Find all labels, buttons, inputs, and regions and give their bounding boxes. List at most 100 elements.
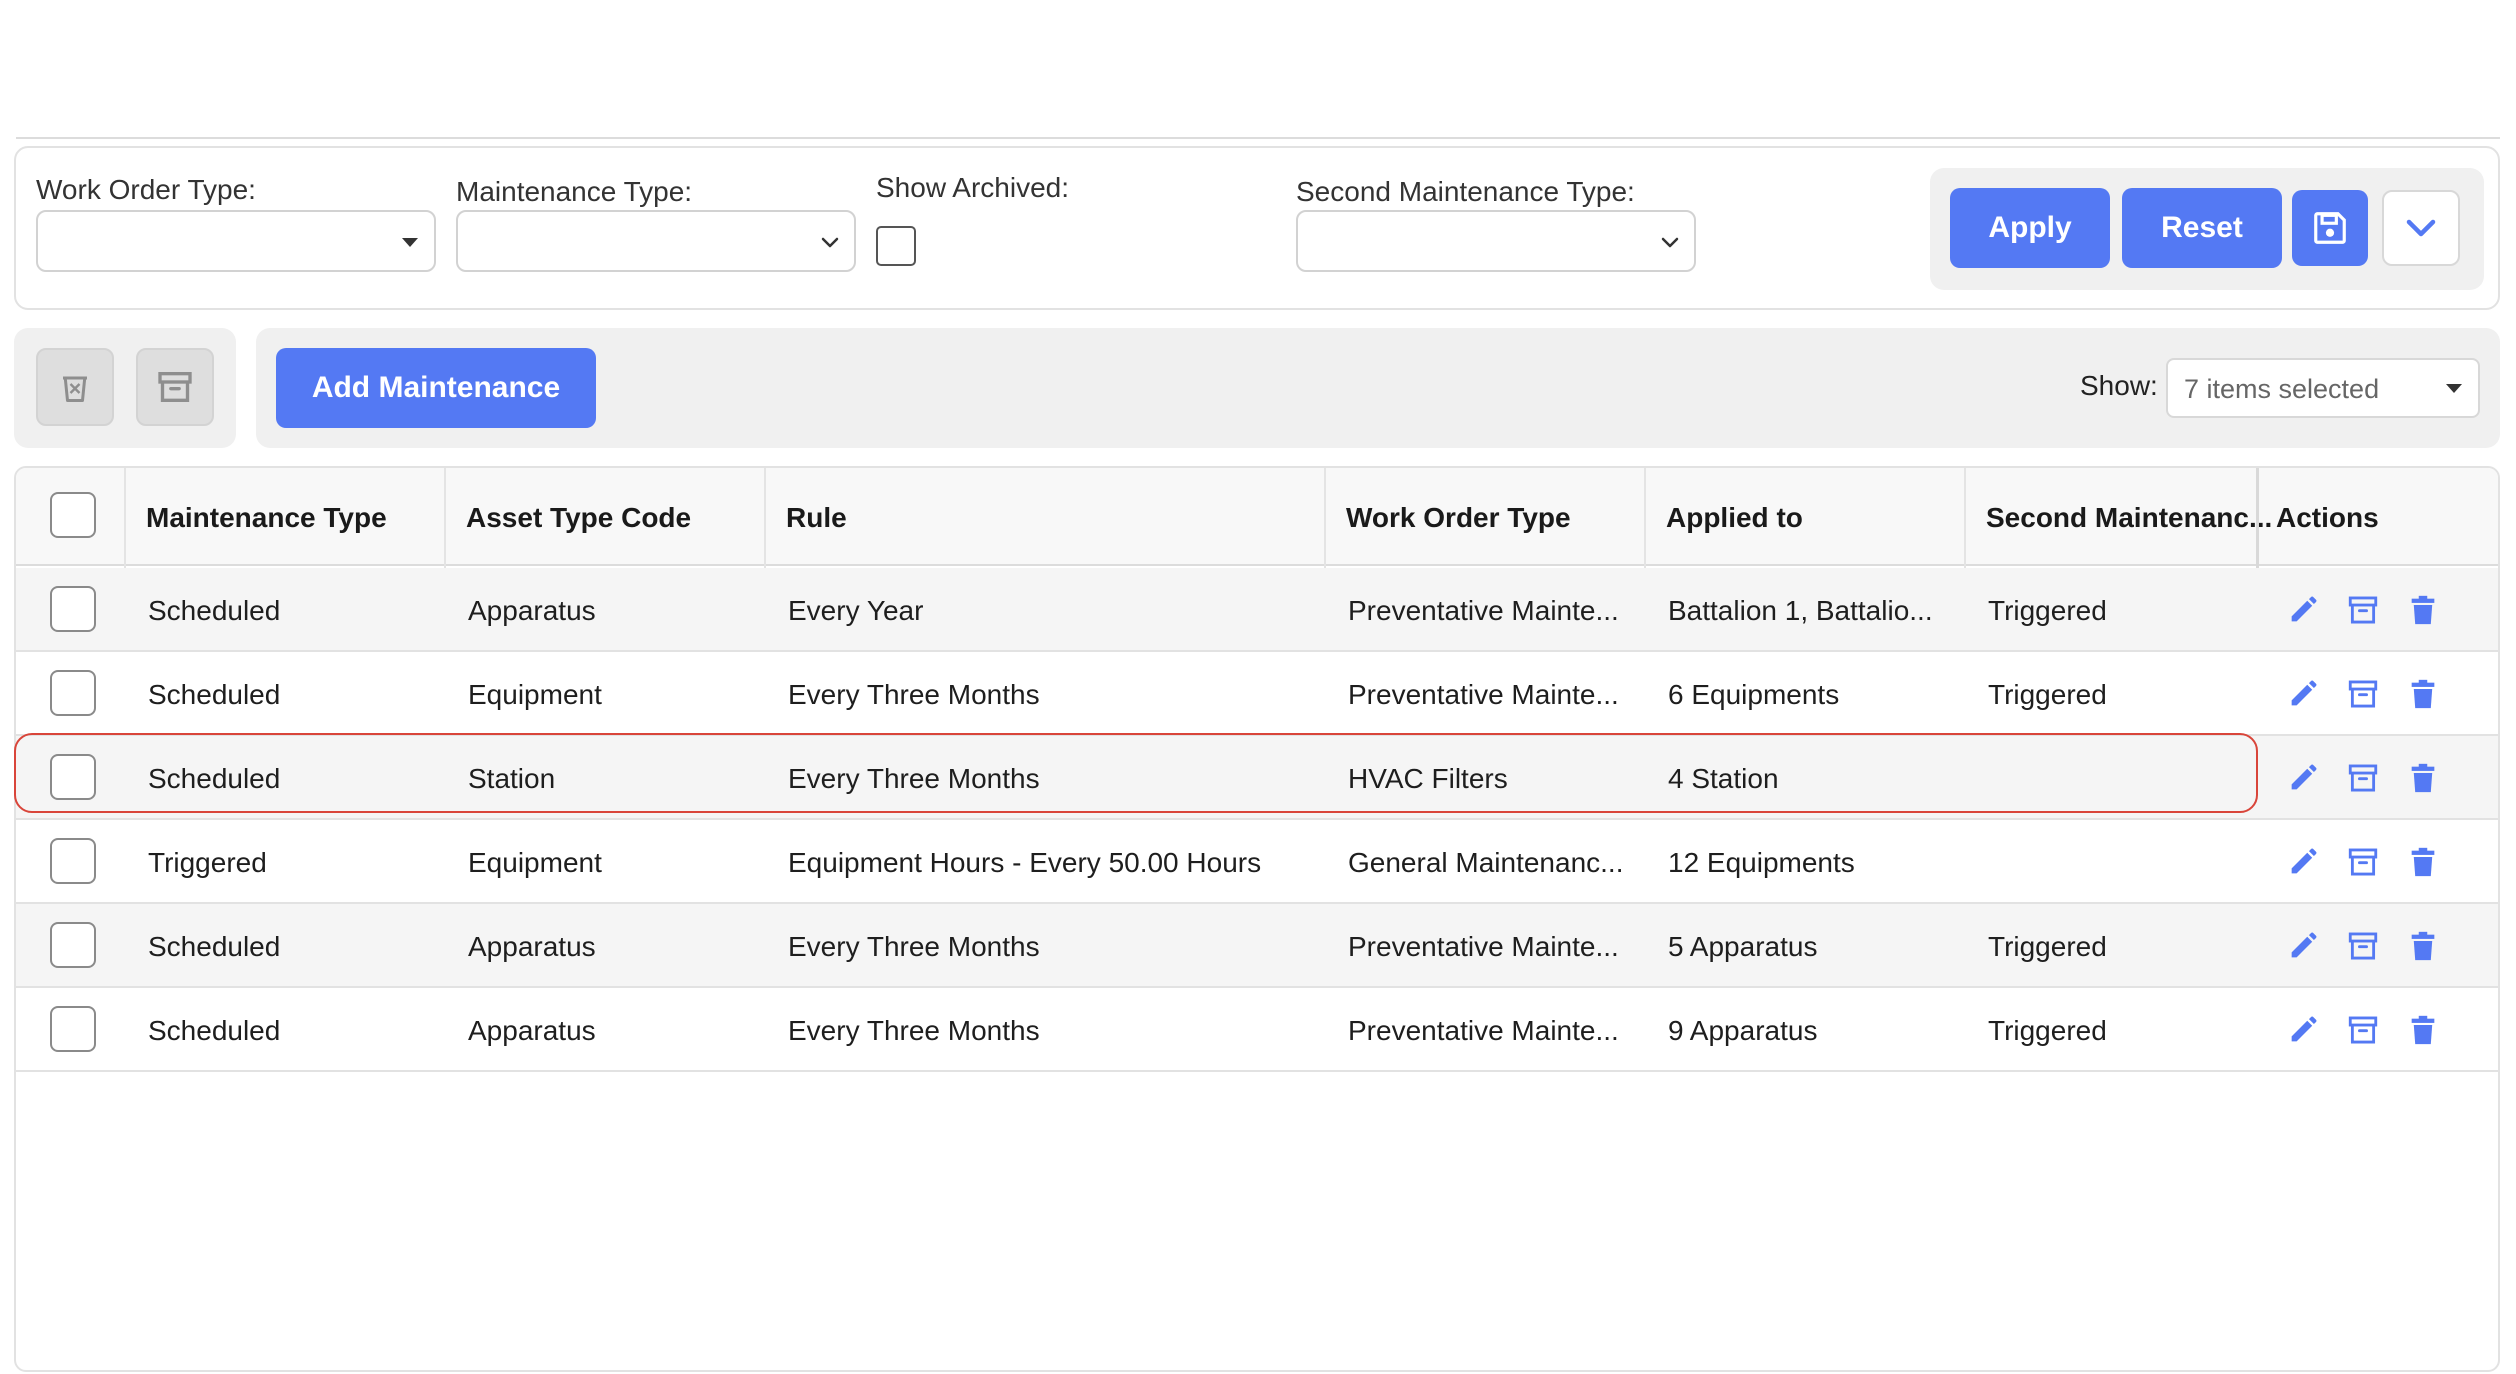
columns-show-select[interactable]: 7 items selected [2166,358,2480,418]
header-second-maintenance-type[interactable]: Second Maintenanc... [1986,502,2272,534]
cell-second-maintenance-type: Triggered [1988,679,2107,710]
trash-icon[interactable] [2406,929,2440,963]
header-asset-type-code[interactable]: Asset Type Code [466,502,691,534]
table-row[interactable]: Scheduled Apparatus Every Year Preventative… [16,568,2498,652]
wastebasket-icon [63,376,87,402]
edit-icon[interactable] [2286,677,2320,711]
work-order-type-label: Work Order Type: [36,174,256,205]
edit-icon[interactable] [2286,761,2320,795]
top-divider [16,137,2500,139]
cell-asset-type-code: Apparatus [468,931,596,962]
filter-options-toggle[interactable] [2382,190,2460,266]
trash-icon[interactable] [2406,1013,2440,1047]
archive-icon[interactable] [2346,929,2380,963]
archive-icon [158,372,192,402]
chevron-down-icon [821,237,839,248]
cell-maintenance-type: Scheduled [148,931,281,962]
cell-asset-type-code: Apparatus [468,595,596,626]
add-maintenance-button[interactable]: Add Maintenance [276,348,596,428]
header-work-order-type[interactable]: Work Order Type [1346,502,1571,534]
cell-second-maintenance-type: Triggered [1988,931,2107,962]
table-header-row: Maintenance Type Asset Type Code Rule Wo… [16,468,2498,566]
cell-maintenance-type: Scheduled [148,763,281,794]
header-rule[interactable]: Rule [786,502,847,534]
header-applied-to[interactable]: Applied to [1666,502,1803,534]
cell-maintenance-type: Scheduled [148,1015,281,1046]
cell-rule: Every Year [788,595,924,626]
table-row[interactable]: Scheduled Apparatus Every Three Months Prev… [16,904,2498,988]
cell-maintenance-type: Triggered [148,847,267,878]
trash-icon[interactable] [2406,761,2440,795]
cell-asset-type-code: Equipment [468,847,602,878]
cell-asset-type-code: Equipment [468,679,602,710]
edit-icon[interactable] [2286,845,2320,879]
cell-rule: Every Three Months [788,679,1040,710]
table-row[interactable]: Scheduled Apparatus Every Three Months Prev… [16,988,2498,1072]
row-checkbox[interactable] [50,754,96,800]
cell-rule: Every Three Months [788,1015,1040,1046]
header-maintenance-type[interactable]: Maintenance Type [146,502,387,534]
caret-down-icon [402,238,418,247]
apply-button[interactable]: Apply [1950,188,2110,268]
cell-maintenance-type: Scheduled [148,679,281,710]
chevron-down-icon [1661,237,1679,248]
edit-icon[interactable] [2286,1013,2320,1047]
row-checkbox[interactable] [50,670,96,716]
archive-icon[interactable] [2346,1013,2380,1047]
archive-icon[interactable] [2346,593,2380,627]
reset-button[interactable]: Reset [2122,188,2282,268]
cell-applied-to: 4 Station [1668,763,1779,794]
maintenance-table: Maintenance Type Asset Type Code Rule Wo… [14,466,2500,1372]
cell-second-maintenance-type: Triggered [1988,1015,2107,1046]
header-actions: Actions [2276,502,2379,533]
cell-applied-to: 6 Equipments [1668,679,1840,710]
show-archived-label: Show Archived: [876,172,1069,203]
show-label: Show: [2080,370,2158,401]
cell-rule: Equipment Hours - Every 50.00 Hours [788,847,1262,878]
trash-icon[interactable] [2406,845,2440,879]
trash-icon[interactable] [2406,677,2440,711]
chevron-down-icon [2406,219,2436,237]
cell-applied-to: 5 Apparatus [1668,931,1818,962]
select-all-checkbox[interactable] [50,492,96,538]
archive-icon[interactable] [2346,677,2380,711]
cell-work-order-type: Preventative Mainte... [1348,679,1619,710]
second-maintenance-type-select[interactable] [1296,210,1696,272]
row-checkbox[interactable] [50,922,96,968]
row-checkbox[interactable] [50,838,96,884]
show-select-value: 7 items selected [2184,374,2380,404]
archive-icon[interactable] [2346,761,2380,795]
row-checkbox[interactable] [50,1006,96,1052]
edit-icon[interactable] [2286,929,2320,963]
maintenance-type-label: Maintenance Type: [456,176,693,207]
edit-icon[interactable] [2286,593,2320,627]
table-row[interactable]: Triggered Equipment Equipment Hours - Ever… [16,820,2498,904]
cell-asset-type-code: Apparatus [468,1015,596,1046]
cell-work-order-type: Preventative Mainte... [1348,1015,1619,1046]
table-row[interactable]: Scheduled Equipment Every Three Months Prev… [16,652,2498,736]
cell-applied-to: Battalion 1, Battalio... [1668,595,1933,626]
cell-work-order-type: Preventative Mainte... [1348,595,1619,626]
cell-asset-type-code: Station [468,763,556,794]
archive-icon[interactable] [2346,845,2380,879]
cell-work-order-type: Preventative Mainte... [1348,931,1619,962]
cell-work-order-type: HVAC Filters [1348,763,1508,794]
second-maintenance-type-label: Second Maintenance Type: [1296,176,1635,207]
cell-maintenance-type: Scheduled [148,595,281,626]
cell-rule: Every Three Months [788,931,1040,962]
row-checkbox[interactable] [50,586,96,632]
bulk-archive-button[interactable] [136,348,214,426]
cell-applied-to: 12 Equipments [1668,847,1855,878]
cell-applied-to: 9 Apparatus [1668,1015,1818,1046]
trash-icon[interactable] [2406,593,2440,627]
save-filter-button[interactable] [2292,190,2368,266]
cell-rule: Every Three Months [788,763,1040,794]
maintenance-type-select[interactable] [456,210,856,272]
work-order-type-select[interactable] [36,210,436,272]
cell-work-order-type: General Maintenanc... [1348,847,1624,878]
show-archived-checkbox[interactable] [876,226,916,266]
caret-down-icon [2446,384,2462,393]
bulk-delete-button[interactable] [36,348,114,426]
table-row[interactable]: Scheduled Station Every Three Months HVAC F… [16,736,2498,820]
cell-second-maintenance-type: Triggered [1988,595,2107,626]
